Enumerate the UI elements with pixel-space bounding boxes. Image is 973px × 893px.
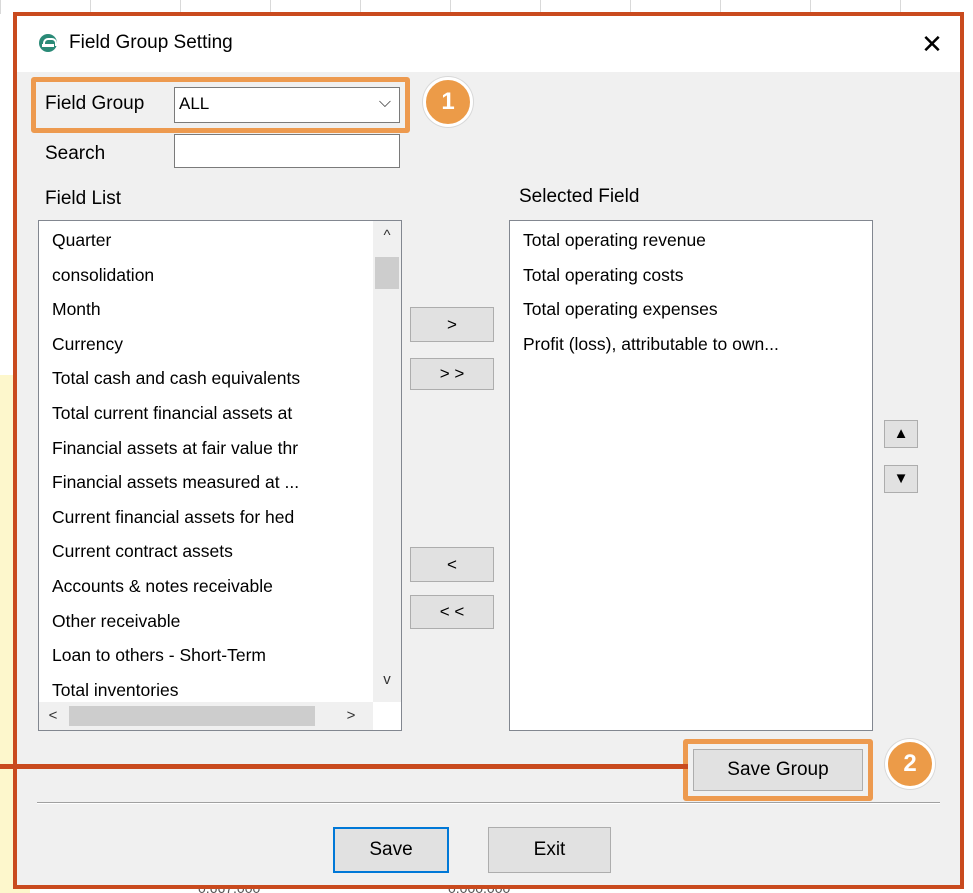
- field-list-item[interactable]: Month: [39, 292, 373, 327]
- field-list-item[interactable]: Loan to others - Short-Term: [39, 638, 373, 673]
- selected-field-item[interactable]: Profit (loss), attributable to own...: [510, 327, 872, 362]
- add-field-button[interactable]: >: [410, 307, 494, 342]
- selected-field-item[interactable]: Total operating expenses: [510, 292, 872, 327]
- field-list-item[interactable]: Total current financial assets at: [39, 396, 373, 431]
- move-down-button[interactable]: ▼: [884, 465, 918, 493]
- selected-field-box[interactable]: Total operating revenue Total operating …: [509, 220, 873, 731]
- field-list-item[interactable]: consolidation: [39, 258, 373, 293]
- field-list-vertical-scrollbar[interactable]: ^ v: [373, 221, 401, 702]
- close-button[interactable]: ✕: [912, 24, 952, 64]
- field-list-item[interactable]: Quarter: [39, 223, 373, 258]
- save-button[interactable]: Save: [333, 827, 449, 873]
- field-list-item[interactable]: Current contract assets: [39, 534, 373, 569]
- selected-field-header: Selected Field: [519, 186, 640, 207]
- field-list-item[interactable]: Currency: [39, 327, 373, 362]
- field-list-horizontal-scrollbar[interactable]: < >: [39, 702, 373, 730]
- field-list-item[interactable]: Current financial assets for hed: [39, 500, 373, 535]
- scroll-up-arrow-icon[interactable]: ^: [373, 227, 401, 244]
- annotation-highlight-1: [31, 77, 410, 133]
- dialog-title: Field Group Setting: [69, 32, 233, 53]
- search-input[interactable]: [174, 134, 400, 168]
- move-up-button[interactable]: ▲: [884, 420, 918, 448]
- selected-field-items: Total operating revenue Total operating …: [510, 223, 872, 361]
- horizontal-scroll-thumb[interactable]: [69, 706, 315, 726]
- title-bar: Field Group Setting ✕: [17, 16, 960, 72]
- field-list-item[interactable]: Accounts & notes receivable: [39, 569, 373, 604]
- scroll-left-arrow-icon[interactable]: <: [39, 707, 67, 724]
- exit-button[interactable]: Exit: [488, 827, 611, 873]
- remove-field-button[interactable]: <: [410, 547, 494, 582]
- annotation-badge-2: 2: [885, 739, 935, 789]
- field-list-item[interactable]: Financial assets at fair value thr: [39, 431, 373, 466]
- app-icon: [39, 34, 57, 52]
- add-all-fields-button[interactable]: > >: [410, 358, 494, 390]
- field-list-header: Field List: [45, 188, 122, 209]
- vertical-scroll-thumb[interactable]: [375, 257, 399, 289]
- field-list-item[interactable]: Total cash and cash equivalents: [39, 361, 373, 396]
- annotation-connector-line: [0, 764, 688, 769]
- search-label: Search: [45, 143, 106, 164]
- selected-field-item[interactable]: Total operating costs: [510, 258, 872, 293]
- field-list-items: Quarter consolidation Month Currency Tot…: [39, 223, 373, 707]
- annotation-badge-1: 1: [423, 77, 473, 127]
- annotation-highlight-2: [683, 739, 873, 801]
- selected-field-item[interactable]: Total operating revenue: [510, 223, 872, 258]
- field-list-item[interactable]: Other receivable: [39, 604, 373, 639]
- field-list-item[interactable]: Financial assets measured at ...: [39, 465, 373, 500]
- remove-all-fields-button[interactable]: < <: [410, 595, 494, 629]
- footer-divider: [37, 802, 940, 804]
- field-group-setting-dialog: Field Group Setting ✕ Field Group ALL ⌵ …: [17, 16, 960, 885]
- field-list-box[interactable]: Quarter consolidation Month Currency Tot…: [38, 220, 402, 731]
- scroll-down-arrow-icon[interactable]: v: [373, 671, 401, 688]
- scroll-right-arrow-icon[interactable]: >: [337, 707, 365, 724]
